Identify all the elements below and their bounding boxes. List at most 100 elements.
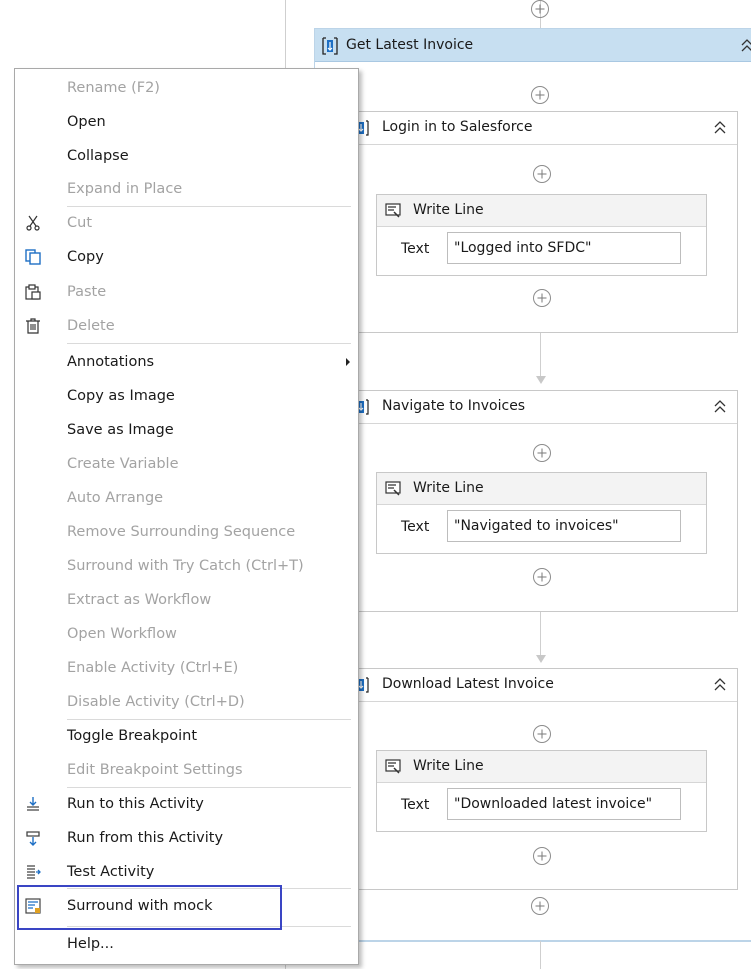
menu-item-label: Test Activity: [67, 864, 155, 880]
menu-item-disable-activity[interactable]: Disable Activity (Ctrl+D): [15, 685, 358, 719]
sequence-title: Download Latest Invoice: [382, 676, 554, 692]
menu-item-label: Collapse: [67, 148, 129, 164]
sequence-download[interactable]: Download Latest Invoice Write Line Text …: [343, 668, 738, 890]
menu-item-collapse[interactable]: Collapse: [15, 139, 358, 173]
menu-item-extract-as-workflow[interactable]: Extract as Workflow: [15, 583, 358, 617]
menu-item-edit-breakpoint-settings[interactable]: Edit Breakpoint Settings: [15, 753, 358, 787]
context-menu: Rename (F2) Open Collapse Expand in Plac…: [14, 68, 359, 965]
connector-line: [540, 612, 541, 659]
menu-item-label: Extract as Workflow: [67, 592, 212, 608]
outer-sequence-bottom: [314, 940, 751, 941]
connector-arrow-icon: [536, 376, 546, 384]
menu-item-copy-as-image[interactable]: Copy as Image: [15, 379, 358, 413]
write-line-header[interactable]: Write Line: [377, 751, 706, 783]
menu-item-surround-try-catch[interactable]: Surround with Try Catch (Ctrl+T): [15, 549, 358, 583]
connector-line: [540, 333, 541, 380]
text-input[interactable]: "Downloaded latest invoice": [447, 788, 681, 820]
menu-item-label: Remove Surrounding Sequence: [67, 524, 296, 540]
menu-item-delete[interactable]: Delete: [15, 309, 358, 343]
text-input[interactable]: "Logged into SFDC": [447, 232, 681, 264]
outer-sequence-header[interactable]: Get Latest Invoice: [315, 29, 751, 62]
menu-item-enable-activity[interactable]: Enable Activity (Ctrl+E): [15, 651, 358, 685]
menu-item-create-variable[interactable]: Create Variable: [15, 447, 358, 481]
collapse-chevron-icon[interactable]: [713, 399, 727, 415]
add-activity-plus-icon[interactable]: [533, 568, 551, 586]
add-activity-plus-icon[interactable]: [533, 847, 551, 865]
menu-item-label: Run to this Activity: [67, 796, 204, 812]
sequence-header[interactable]: Download Latest Invoice: [344, 669, 737, 702]
sequence-header[interactable]: Login in to Salesforce: [344, 112, 737, 145]
menu-item-label: Expand in Place: [67, 181, 183, 197]
menu-item-save-as-image[interactable]: Save as Image: [15, 413, 358, 447]
add-activity-plus-icon[interactable]: [531, 897, 549, 915]
menu-item-label: Open Workflow: [67, 626, 177, 642]
sequence-navigate[interactable]: Navigate to Invoices Write Line Text "Na…: [343, 390, 738, 612]
text-input[interactable]: "Navigated to invoices": [447, 510, 681, 542]
add-activity-plus-icon[interactable]: [531, 0, 549, 18]
menu-item-label: Delete: [67, 318, 115, 334]
menu-item-label: Disable Activity (Ctrl+D): [67, 694, 245, 710]
sequence-header[interactable]: Navigate to Invoices: [344, 391, 737, 424]
clipboard-icon: [25, 284, 41, 300]
menu-item-copy[interactable]: Copy: [15, 240, 358, 274]
menu-item-expand-in-place[interactable]: Expand in Place: [15, 172, 358, 206]
write-line-activity[interactable]: Write Line Text "Downloaded latest invoi…: [376, 750, 707, 832]
write-line-icon: [385, 481, 401, 496]
menu-item-label: Edit Breakpoint Settings: [67, 762, 243, 778]
menu-item-annotations[interactable]: Annotations: [15, 345, 358, 379]
scissors-icon: [26, 215, 40, 231]
write-line-activity[interactable]: Write Line Text "Navigated to invoices": [376, 472, 707, 554]
menu-item-open-workflow[interactable]: Open Workflow: [15, 617, 358, 651]
write-line-title: Write Line: [413, 202, 484, 218]
menu-item-auto-arrange[interactable]: Auto Arrange: [15, 481, 358, 515]
menu-item-run-to-this-activity[interactable]: Run to this Activity: [15, 787, 358, 821]
connector-arrow-icon: [536, 655, 546, 663]
add-activity-plus-icon[interactable]: [533, 444, 551, 462]
test-activity-icon: [27, 865, 41, 879]
highlight-box: [17, 885, 282, 930]
sequence-title: Login in to Salesforce: [382, 119, 533, 135]
add-activity-plus-icon[interactable]: [533, 725, 551, 743]
add-activity-plus-icon[interactable]: [531, 86, 549, 104]
menu-item-paste[interactable]: Paste: [15, 275, 358, 309]
collapse-chevron-icon[interactable]: [741, 39, 751, 53]
menu-item-label: Enable Activity (Ctrl+E): [67, 660, 239, 676]
outer-sequence-title: Get Latest Invoice: [346, 37, 474, 53]
write-line-icon: [385, 203, 401, 218]
menu-item-help[interactable]: Help...: [15, 927, 358, 961]
trash-icon: [26, 318, 40, 334]
menu-item-run-from-this-activity[interactable]: Run from this Activity: [15, 821, 358, 855]
collapse-chevron-icon[interactable]: [713, 120, 727, 136]
write-line-header[interactable]: Write Line: [377, 195, 706, 227]
menu-item-remove-surrounding-sequence[interactable]: Remove Surrounding Sequence: [15, 515, 358, 549]
text-label: Text: [401, 797, 430, 813]
run-to-icon: [27, 797, 39, 811]
text-label: Text: [401, 519, 430, 535]
menu-item-label: Annotations: [67, 354, 155, 370]
menu-item-label: Paste: [67, 284, 107, 300]
submenu-arrow-icon: [346, 358, 350, 366]
write-line-header[interactable]: Write Line: [377, 473, 706, 505]
menu-item-toggle-breakpoint[interactable]: Toggle Breakpoint: [15, 719, 358, 753]
menu-item-label: Toggle Breakpoint: [67, 728, 198, 744]
sequence-login[interactable]: Login in to Salesforce Write Line Text "…: [343, 111, 738, 333]
menu-item-label: Copy as Image: [67, 388, 175, 404]
menu-item-label: Surround with Try Catch (Ctrl+T): [67, 558, 304, 574]
write-line-activity[interactable]: Write Line Text "Logged into SFDC": [376, 194, 707, 276]
copy-icon: [25, 249, 41, 265]
menu-item-test-activity[interactable]: Test Activity: [15, 855, 358, 889]
menu-separator: [67, 343, 351, 344]
menu-item-rename[interactable]: Rename (F2): [15, 71, 358, 105]
menu-item-label: Create Variable: [67, 456, 179, 472]
menu-item-label: Auto Arrange: [67, 490, 164, 506]
connector-line: [540, 941, 541, 969]
menu-item-open[interactable]: Open: [15, 105, 358, 139]
add-activity-plus-icon[interactable]: [533, 165, 551, 183]
menu-item-label: Save as Image: [67, 422, 174, 438]
collapse-chevron-icon[interactable]: [713, 677, 727, 693]
menu-item-cut[interactable]: Cut: [15, 206, 358, 240]
add-activity-plus-icon[interactable]: [533, 289, 551, 307]
run-from-icon: [26, 831, 40, 846]
write-line-title: Write Line: [413, 480, 484, 496]
menu-item-label: Open: [67, 114, 106, 130]
